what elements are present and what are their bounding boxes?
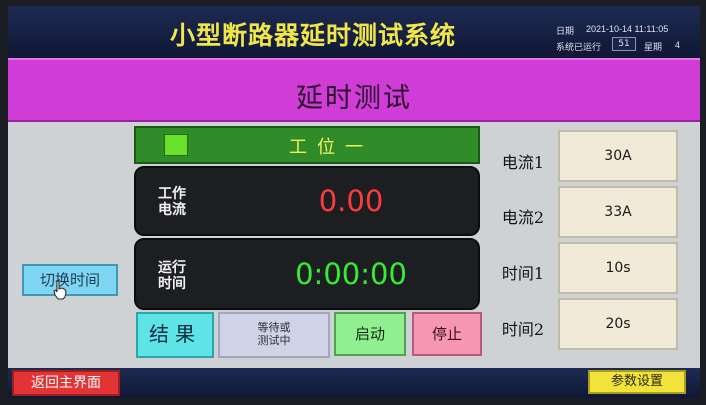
param-label-current-1: 电流1 xyxy=(501,153,545,172)
run-time-value: 0:00:00 xyxy=(295,257,407,291)
working-current-label-line1: 工作 xyxy=(158,186,186,202)
page-title-bar: 延时测试 xyxy=(8,58,700,122)
system-runtime-label: 系统已运行 xyxy=(556,42,602,52)
parameter-settings-button[interactable]: 参数设置 xyxy=(588,370,686,394)
test-status-line2: 测试中 xyxy=(257,334,291,347)
result-indicator: 结果 xyxy=(136,312,214,358)
working-current-label-line2: 电流 xyxy=(158,202,186,218)
param-value-time-1[interactable]: 10s xyxy=(558,242,678,294)
hand-pointer-icon xyxy=(53,280,67,300)
run-time-label-line1: 运行 xyxy=(158,260,186,276)
param-label-time-2: 时间2 xyxy=(501,320,545,339)
header-bar: 小型断路器延时测试系统 日期 2021-10-14 11:11:05 系统已运行… xyxy=(8,6,700,58)
page-title: 延时测试 xyxy=(296,83,412,114)
switch-time-button[interactable]: 切换时间 xyxy=(22,264,118,296)
station-header: 工位一 xyxy=(134,126,480,164)
weekday-label: 星期 xyxy=(644,42,663,52)
footer-bar: 返回主界面 参数设置 xyxy=(8,368,700,398)
datetime-display: 2021-10-14 11:11:05 xyxy=(586,24,669,34)
param-value-current-2[interactable]: 33A xyxy=(558,186,678,238)
param-label-current-2: 电流2 xyxy=(501,208,545,227)
weekday-value: 4 xyxy=(675,40,681,50)
run-time-label: 运行 时间 xyxy=(158,260,198,292)
start-button[interactable]: 启动 xyxy=(334,312,406,356)
run-time-label-line2: 时间 xyxy=(158,276,186,292)
date-label: 日期 xyxy=(556,26,575,36)
working-current-panel: 工作 电流 0.00 xyxy=(134,166,480,236)
app-title: 小型断路器延时测试系统 xyxy=(169,21,456,50)
run-time-panel: 运行 时间 0:00:00 xyxy=(134,238,480,310)
stop-button[interactable]: 停止 xyxy=(412,312,482,356)
back-to-main-button[interactable]: 返回主界面 xyxy=(12,370,120,396)
station-label: 工位一 xyxy=(289,137,373,158)
hmi-screen: 小型断路器延时测试系统 日期 2021-10-14 11:11:05 系统已运行… xyxy=(8,6,700,398)
station-status-indicator xyxy=(164,134,188,156)
working-current-value: 0.00 xyxy=(318,184,384,218)
param-value-current-1[interactable]: 30A xyxy=(558,130,678,182)
system-runtime-value: 51 xyxy=(612,37,636,51)
test-status-line1: 等待或 xyxy=(257,321,291,334)
param-value-time-2[interactable]: 20s xyxy=(558,298,678,350)
param-label-time-1: 时间1 xyxy=(501,264,545,283)
working-current-label: 工作 电流 xyxy=(158,186,198,218)
test-status-indicator: 等待或 测试中 xyxy=(218,312,330,358)
